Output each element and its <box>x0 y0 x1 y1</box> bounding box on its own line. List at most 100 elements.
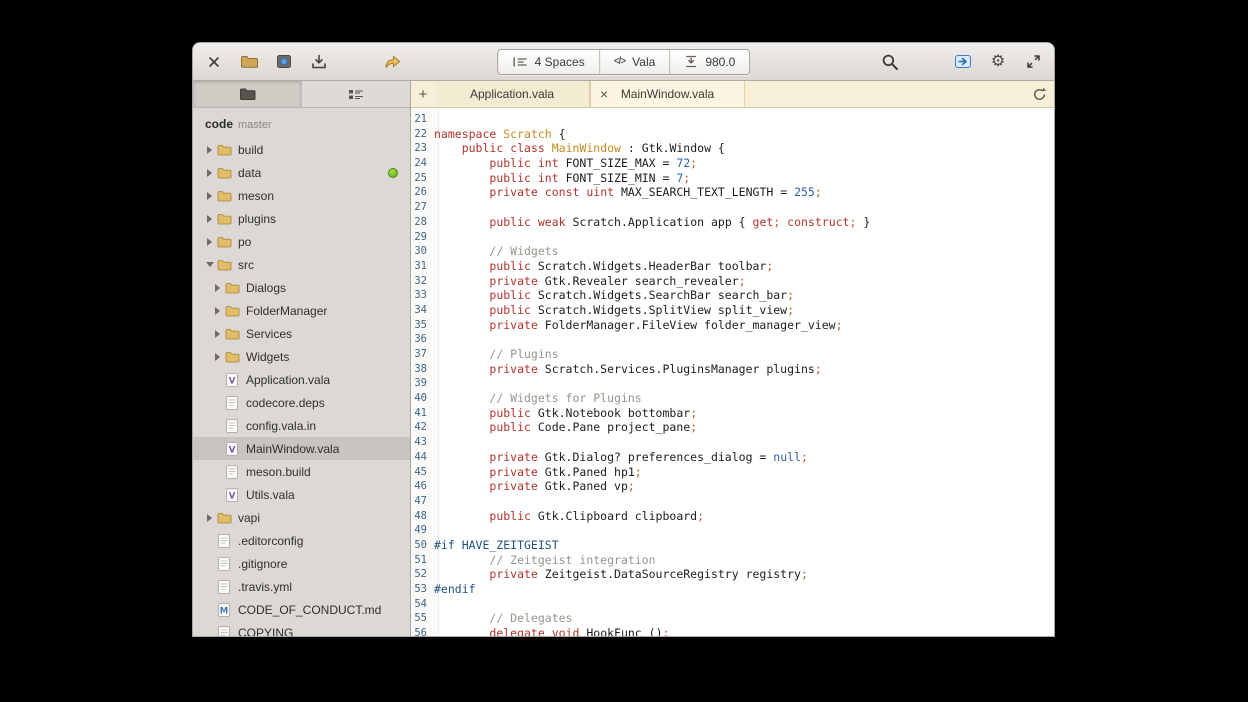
line-number: 27 <box>411 200 433 215</box>
tree-item-label: Utils.vala <box>246 488 295 502</box>
share-button[interactable] <box>379 49 405 75</box>
settings-button[interactable]: ⚙ <box>985 49 1011 75</box>
indent-icon <box>512 56 528 68</box>
templates-button[interactable] <box>271 49 297 75</box>
tree-item-utils-vala[interactable]: V Utils.vala <box>193 483 410 506</box>
code-line-text <box>433 230 1054 245</box>
code-line-text: public Code.Pane project_pane; <box>433 420 1054 435</box>
tab-mainwindow-vala[interactable]: ×MainWindow.vala <box>590 81 745 107</box>
outline-pane-button[interactable] <box>301 81 410 107</box>
code-icon: </> <box>614 56 625 67</box>
code-line: 42 public Code.Pane project_pane; <box>411 420 1054 435</box>
tree-item-copying[interactable]: COPYING <box>193 621 410 636</box>
tree-item-label: COPYING <box>238 626 293 637</box>
tree-item-vapi[interactable]: vapi <box>193 506 410 529</box>
code-line-text <box>433 597 1054 612</box>
files-pane-button[interactable] <box>193 81 301 107</box>
folder-icon <box>216 167 232 179</box>
tree-item-meson[interactable]: meson <box>193 184 410 207</box>
code-line-text: private Zeitgeist.DataSourceRegistry reg… <box>433 567 1054 582</box>
folder-icon <box>224 351 240 363</box>
project-header[interactable]: codemaster <box>193 111 410 138</box>
goto-line-button[interactable]: 980.0 <box>670 50 749 74</box>
history-button[interactable] <box>1024 81 1054 107</box>
panel-toggle-button[interactable] <box>950 49 976 75</box>
disclosure-right-icon[interactable] <box>211 353 224 361</box>
tab-application-vala[interactable]: Application.vala <box>435 81 590 107</box>
code-line-text: // Widgets <box>433 244 1054 259</box>
tree-item-config-vala-in[interactable]: config.vala.in <box>193 414 410 437</box>
save-as-button[interactable] <box>306 49 332 75</box>
code-line-text: public weak Scratch.Application app { ge… <box>433 215 1054 230</box>
disclosure-right-icon[interactable] <box>211 330 224 338</box>
tab-close-icon[interactable]: × <box>600 86 608 102</box>
disclosure-down-icon[interactable] <box>203 262 216 267</box>
code-line-text: public Gtk.Clipboard clipboard; <box>433 509 1054 524</box>
code-line: 40 // Widgets for Plugins <box>411 391 1054 406</box>
tree-item-data[interactable]: data <box>193 161 410 184</box>
tree-item-editorconfig[interactable]: .editorconfig <box>193 529 410 552</box>
line-number: 28 <box>411 215 433 230</box>
disclosure-right-icon[interactable] <box>203 192 216 200</box>
code-line-text: private Gtk.Paned vp; <box>433 479 1054 494</box>
tree-item-dialogs[interactable]: Dialogs <box>193 276 410 299</box>
tab-label: Application.vala <box>470 87 554 101</box>
tree-item-label: data <box>238 166 261 180</box>
code-line: 47 <box>411 494 1054 509</box>
code-line-text: public class MainWindow : Gtk.Window { <box>433 141 1054 156</box>
tree-item-mainwindow-vala[interactable]: VMainWindow.vala <box>193 437 410 460</box>
tree-item-travis-yml[interactable]: .travis.yml <box>193 575 410 598</box>
code-line: 36 <box>411 332 1054 347</box>
code-editor[interactable]: 2122namespace Scratch {23 public class M… <box>411 108 1054 636</box>
fullscreen-button[interactable] <box>1020 49 1046 75</box>
code-line-text <box>433 112 1054 127</box>
language-button[interactable]: </>Vala <box>600 50 671 74</box>
disclosure-right-icon[interactable] <box>203 238 216 246</box>
disclosure-right-icon[interactable] <box>211 307 224 315</box>
search-button[interactable] <box>877 49 903 75</box>
svg-text:V: V <box>229 491 236 501</box>
code-line-text: private Gtk.Dialog? preferences_dialog =… <box>433 450 1054 465</box>
tree-item-meson-build[interactable]: meson.build <box>193 460 410 483</box>
tree-item-label: meson <box>238 189 274 203</box>
tree-item-plugins[interactable]: plugins <box>193 207 410 230</box>
tree-item-src[interactable]: src <box>193 253 410 276</box>
code-line: 33 public Scratch.Widgets.SearchBar sear… <box>411 288 1054 303</box>
tree-item-gitignore[interactable]: .gitignore <box>193 552 410 575</box>
new-tab-button[interactable]: + <box>411 81 435 107</box>
tree-item-label: Widgets <box>246 350 289 364</box>
code-line: 55 // Delegates <box>411 611 1054 626</box>
code-line-text <box>433 435 1054 450</box>
disclosure-right-icon[interactable] <box>203 169 216 177</box>
tree-item-application-vala[interactable]: VApplication.vala <box>193 368 410 391</box>
tree-item-code-of-conduct-md[interactable]: MCODE_OF_CONDUCT.md <box>193 598 410 621</box>
tree-item-foldermanager[interactable]: FolderManager <box>193 299 410 322</box>
vala-file-icon: V <box>224 488 240 502</box>
code-line: 29 <box>411 230 1054 245</box>
tabbar-spacer <box>745 81 1024 107</box>
code-line: 44 private Gtk.Dialog? preferences_dialo… <box>411 450 1054 465</box>
disclosure-right-icon[interactable] <box>203 146 216 154</box>
disclosure-right-icon[interactable] <box>203 514 216 522</box>
settings-icon: ⚙ <box>991 54 1005 70</box>
code-line-text: // Delegates <box>433 611 1054 626</box>
tree-item-label: plugins <box>238 212 276 226</box>
tree-item-po[interactable]: po <box>193 230 410 253</box>
disclosure-right-icon[interactable] <box>203 215 216 223</box>
indentation-button[interactable]: 4 Spaces <box>498 50 600 74</box>
tree-item-services[interactable]: Services <box>193 322 410 345</box>
text-file-icon <box>216 557 232 571</box>
disclosure-right-icon[interactable] <box>211 284 224 292</box>
close-button[interactable] <box>201 49 227 75</box>
open-button[interactable] <box>236 49 262 75</box>
toolbar-center-group: 4 Spaces</>Vala980.0 <box>497 49 751 75</box>
tree-item-codecore-deps[interactable]: codecore.deps <box>193 391 410 414</box>
tree-item-widgets[interactable]: Widgets <box>193 345 410 368</box>
code-line-text: private Scratch.Services.PluginsManager … <box>433 362 1054 377</box>
tree-item-build[interactable]: build <box>193 138 410 161</box>
line-number: 39 <box>411 376 433 391</box>
tree-item-label: .travis.yml <box>238 580 292 594</box>
code-line: 56 delegate void HookFunc (); <box>411 626 1054 636</box>
code-line: 46 private Gtk.Paned vp; <box>411 479 1054 494</box>
code-line: 27 <box>411 200 1054 215</box>
